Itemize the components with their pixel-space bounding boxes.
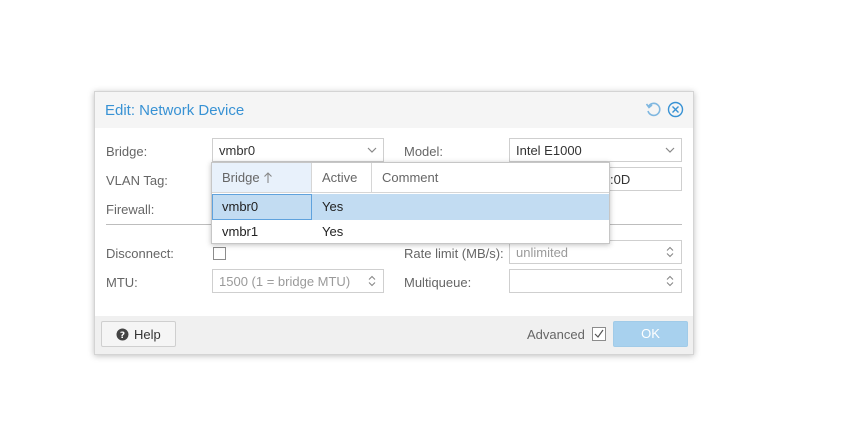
- close-icon[interactable]: [667, 101, 684, 118]
- cell-bridge: vmbr0: [212, 194, 312, 220]
- checkmark-icon: [594, 329, 604, 338]
- dialog-header: Edit: Network Device: [95, 92, 693, 128]
- dialog-title: Edit: Network Device: [105, 102, 245, 119]
- cell-active: Yes: [322, 199, 344, 214]
- bridge-combo[interactable]: vmbr0: [212, 138, 384, 162]
- rate-limit-label: Rate limit (MB/s):: [404, 246, 504, 261]
- sort-ascending-icon: [263, 171, 273, 184]
- mtu-placeholder: 1500 (1 = bridge MTU): [219, 274, 351, 289]
- question-circle-icon: ?: [116, 328, 129, 341]
- picker-header: Bridge Active Comment: [212, 163, 609, 193]
- svg-text:?: ?: [120, 331, 125, 341]
- spinner-icon[interactable]: [664, 274, 676, 288]
- disconnect-label: Disconnect:: [106, 246, 174, 261]
- column-header-bridge[interactable]: Bridge: [212, 163, 312, 192]
- cell-bridge: vmbr1: [222, 224, 259, 239]
- advanced-label: Advanced: [527, 327, 585, 342]
- chevron-down-icon[interactable]: [664, 143, 676, 157]
- model-combo[interactable]: Intel E1000: [509, 138, 682, 162]
- bridge-value: vmbr0: [219, 143, 256, 158]
- picker-row-vmbr0[interactable]: vmbr0 Yes: [212, 194, 609, 220]
- column-header-comment[interactable]: Comment: [372, 163, 609, 192]
- picker-row-vmbr1[interactable]: vmbr1 Yes: [212, 219, 609, 245]
- spinner-icon[interactable]: [664, 245, 676, 259]
- vlan-tag-label: VLAN Tag:: [106, 173, 168, 188]
- mtu-label: MTU:: [106, 275, 138, 290]
- column-header-active[interactable]: Active: [312, 163, 372, 192]
- chevron-down-icon[interactable]: [366, 143, 378, 157]
- bridge-label: Bridge:: [106, 144, 148, 159]
- rate-limit-placeholder: unlimited: [516, 245, 569, 260]
- advanced-checkbox[interactable]: [592, 327, 606, 341]
- mac-address-value: :0D: [610, 172, 631, 187]
- model-value: Intel E1000: [516, 143, 582, 158]
- reset-icon[interactable]: [645, 101, 662, 118]
- dialog-footer: ? Help Advanced OK: [95, 316, 693, 354]
- ok-button[interactable]: OK: [613, 321, 688, 347]
- help-button-label: Help: [134, 327, 161, 342]
- firewall-label: Firewall:: [106, 202, 155, 217]
- bridge-picker-dropdown: Bridge Active Comment vmbr0 Yes vmbr1 Ye…: [211, 162, 610, 244]
- spinner-icon[interactable]: [366, 274, 378, 288]
- cell-active: Yes: [322, 224, 344, 239]
- cell-comment: [372, 219, 609, 245]
- multiqueue-label: Multiqueue:: [404, 275, 472, 290]
- cell-comment: [372, 194, 609, 220]
- model-label: Model:: [404, 144, 444, 159]
- mtu-field[interactable]: 1500 (1 = bridge MTU): [212, 269, 384, 293]
- help-button[interactable]: ? Help: [101, 321, 176, 347]
- multiqueue-field[interactable]: [509, 269, 682, 293]
- disconnect-checkbox[interactable]: [213, 247, 226, 260]
